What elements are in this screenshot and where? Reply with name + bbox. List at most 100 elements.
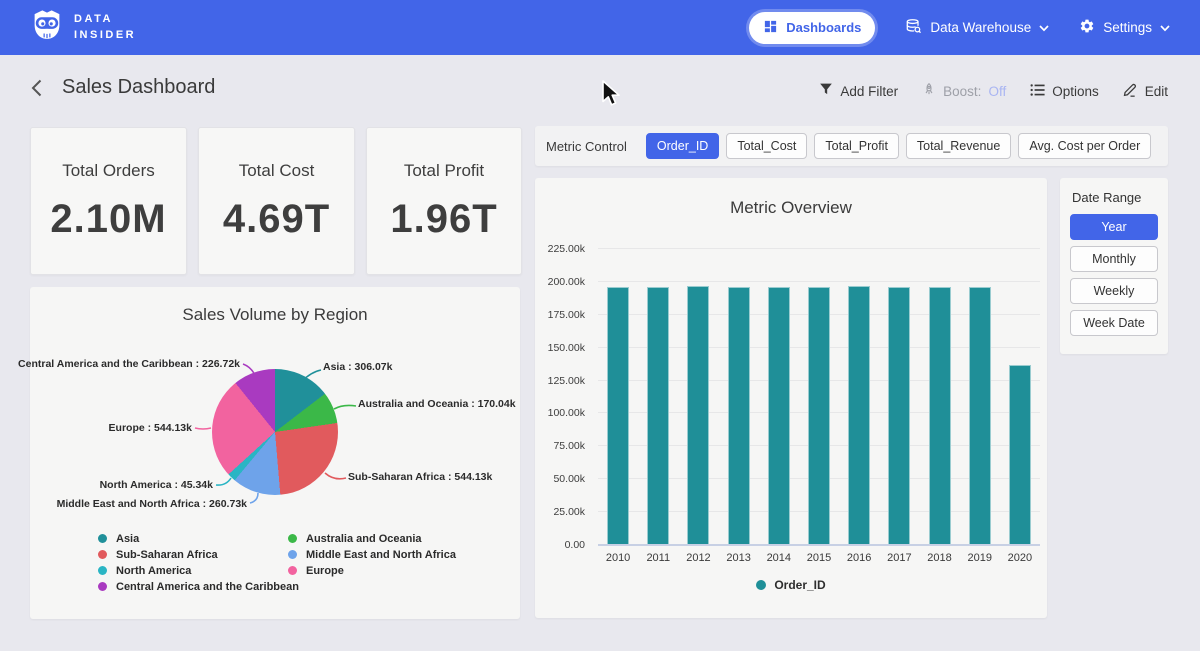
boost-toggle[interactable]: Boost: Off	[922, 82, 1006, 100]
x-axis-tick: 2020	[998, 552, 1042, 564]
gridline	[598, 544, 1040, 546]
y-axis-tick: 200.00k	[535, 276, 585, 288]
bar-2011[interactable]	[647, 287, 669, 544]
kpi-label: Total Orders	[62, 161, 155, 181]
x-axis-tick: 2011	[636, 552, 680, 564]
legend-label: Europe	[306, 565, 344, 577]
y-axis-tick: 150.00k	[535, 342, 585, 354]
pie-legend-item-australia-and-oceania: Australia and Oceania	[288, 533, 456, 544]
legend-label: Australia and Oceania	[306, 533, 422, 545]
date-range-monthly[interactable]: Monthly	[1070, 246, 1158, 272]
bar-chart-title: Metric Overview	[535, 198, 1047, 218]
pie-label-australia-and-oceania: Australia and Oceania : 170.04k	[358, 398, 516, 410]
bar-2020[interactable]	[1009, 365, 1031, 544]
nav-data-warehouse-button[interactable]: Data Warehouse	[905, 18, 1049, 38]
pie-legend-column-2: Australia and Oceania Middle East and Nor…	[288, 533, 456, 576]
metric-chip-order-id[interactable]: Order_ID	[646, 133, 719, 159]
gridline	[598, 281, 1040, 282]
metric-chip-total-revenue[interactable]: Total_Revenue	[906, 133, 1011, 159]
date-range-weekly[interactable]: Weekly	[1070, 278, 1158, 304]
brand-logo: DATA INSIDER	[30, 8, 136, 47]
pie-label-asia: Asia : 306.07k	[323, 361, 392, 373]
pie-legend-item-central-america-and-the-caribbean: Central America and the Caribbean	[98, 581, 299, 592]
nav-dashboards-button[interactable]: Dashboards	[749, 12, 875, 44]
pie-label-central-america-and-the-caribbean: Central America and the Caribbean : 226.…	[18, 358, 240, 370]
legend-dot	[98, 582, 107, 591]
legend-label: Order_ID	[774, 578, 825, 592]
y-axis-tick: 100.00k	[535, 407, 585, 419]
kpi-value: 4.69T	[223, 197, 330, 242]
kpi-value: 1.96T	[390, 197, 497, 242]
date-range-week-date[interactable]: Week Date	[1070, 310, 1158, 336]
bar-chart-legend: Order_ID	[535, 578, 1047, 592]
pie-legend-item-sub-saharan-africa: Sub-Saharan Africa	[98, 549, 299, 560]
mouse-cursor	[601, 80, 623, 112]
legend-label: Middle East and North Africa	[306, 549, 456, 561]
x-axis-tick: 2016	[837, 552, 881, 564]
y-axis-tick: 225.00k	[535, 243, 585, 255]
pie-legend-item-asia: Asia	[98, 533, 299, 544]
kpi-card-total-orders: Total Orders 2.10M	[30, 127, 187, 275]
list-icon	[1030, 83, 1045, 100]
pie-chart-title: Sales Volume by Region	[30, 305, 520, 325]
legend-dot	[288, 550, 297, 559]
rocket-icon	[922, 82, 936, 100]
y-axis-tick: 175.00k	[535, 309, 585, 321]
legend-label: North America	[116, 565, 191, 577]
pie-chart[interactable]	[212, 369, 338, 495]
bar-2013[interactable]	[728, 287, 750, 544]
nav-settings-button[interactable]: Settings	[1079, 18, 1170, 37]
metric-chip-total-profit[interactable]: Total_Profit	[814, 133, 899, 159]
y-axis-tick: 0.00	[535, 539, 585, 551]
kpi-card-total-profit: Total Profit 1.96T	[366, 127, 522, 275]
nav-dashboards-label: Dashboards	[786, 20, 861, 35]
x-axis-tick: 2013	[717, 552, 761, 564]
funnel-icon	[819, 82, 833, 100]
pie-label-middle-east-and-north-africa: Middle East and North Africa : 260.73k	[57, 498, 247, 510]
edit-button[interactable]: Edit	[1123, 82, 1168, 100]
metric-control-label: Metric Control	[546, 139, 627, 154]
dashboard-grid-icon	[763, 19, 778, 37]
x-axis-tick: 2018	[918, 552, 962, 564]
owl-logo-icon	[30, 8, 64, 47]
chevron-down-icon	[1039, 20, 1049, 35]
y-axis-tick: 75.00k	[535, 440, 585, 452]
metric-chip-avg-cost-per-order[interactable]: Avg. Cost per Order	[1018, 133, 1151, 159]
x-axis-tick: 2019	[958, 552, 1002, 564]
legend-dot	[98, 534, 107, 543]
legend-dot	[98, 550, 107, 559]
bar-2012[interactable]	[687, 286, 709, 544]
x-axis-tick: 2017	[877, 552, 921, 564]
header-actions: Add Filter Boost: Off Options	[819, 82, 1168, 100]
sales-volume-chart: Sales Volume by Region Asia : 306.07k Aus…	[30, 287, 520, 619]
pie-legend-item-middle-east-and-north-africa: Middle East and North Africa	[288, 549, 456, 560]
pie-legend-item-europe: Europe	[288, 565, 456, 576]
bar-2015[interactable]	[808, 287, 830, 544]
y-axis-tick: 125.00k	[535, 375, 585, 387]
legend-dot	[98, 566, 107, 575]
options-button[interactable]: Options	[1030, 83, 1099, 100]
bar-2019[interactable]	[969, 287, 991, 544]
date-range-year[interactable]: Year	[1070, 214, 1158, 240]
x-axis-tick: 2012	[676, 552, 720, 564]
pencil-icon	[1123, 82, 1138, 100]
x-axis-tick: 2010	[596, 552, 640, 564]
bar-2017[interactable]	[888, 287, 910, 544]
pie-legend-item-north-america: North America	[98, 565, 299, 576]
top-navbar: DATA INSIDER Dashboards Data Wareho	[0, 0, 1200, 55]
x-axis-tick: 2014	[757, 552, 801, 564]
bar-2016[interactable]	[848, 286, 870, 545]
brand-name: DATA INSIDER	[74, 12, 136, 43]
bar-2018[interactable]	[929, 287, 951, 544]
y-axis-tick: 25.00k	[535, 506, 585, 518]
metric-chip-total-cost[interactable]: Total_Cost	[726, 133, 807, 159]
bar-plot-area	[598, 248, 1040, 544]
bar-2010[interactable]	[607, 287, 629, 544]
chevron-down-icon	[1160, 20, 1170, 35]
add-filter-button[interactable]: Add Filter	[819, 82, 898, 100]
bar-2014[interactable]	[768, 287, 790, 544]
page-header: Sales Dashboard	[26, 76, 215, 99]
pie-label-north-america: North America : 45.34k	[100, 479, 213, 491]
back-button[interactable]	[26, 78, 46, 98]
gear-icon	[1079, 18, 1095, 37]
